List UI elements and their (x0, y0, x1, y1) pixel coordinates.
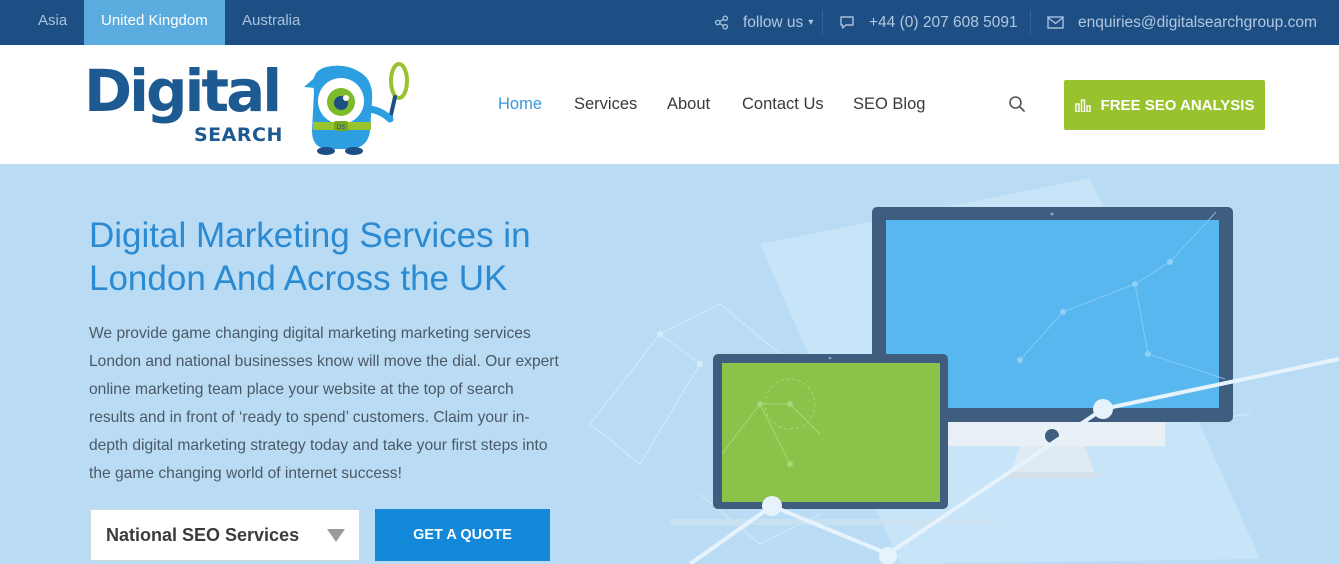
email-link[interactable]: enquiries@digitalsearchgroup.com (1047, 0, 1317, 45)
logo-subtitle: SEARCH (194, 124, 283, 146)
mascot-icon: DS (304, 62, 409, 155)
bar-chart-icon (1074, 99, 1091, 112)
nav-home[interactable]: Home (498, 95, 542, 114)
follow-us-dropdown[interactable]: follow us ▾ (714, 0, 813, 45)
chevron-down-icon: ▾ (808, 16, 814, 28)
hero-section: Digital Marketing Services in London And… (0, 164, 1339, 564)
nav-contact-us[interactable]: Contact Us (742, 95, 824, 114)
top-bar: Asia United Kingdom Australia follow us … (0, 0, 1339, 45)
hero-description: We provide game changing digital marketi… (89, 325, 559, 482)
site-logo[interactable]: Digital SEARCH DS (84, 61, 414, 156)
chat-icon (840, 16, 854, 29)
envelope-icon (1047, 16, 1064, 29)
nav-seo-blog[interactable]: SEO Blog (853, 95, 925, 114)
chevron-down-icon (327, 529, 345, 542)
phone-number: +44 (0) 207 608 5091 (869, 13, 1018, 31)
search-icon (1009, 96, 1025, 112)
free-seo-analysis-button[interactable]: FREE SEO ANALYSIS (1064, 80, 1265, 130)
region-united-kingdom[interactable]: United Kingdom (84, 0, 225, 45)
service-select[interactable]: National SEO Services (90, 509, 360, 561)
nav-about[interactable]: About (667, 95, 710, 114)
cta-label: FREE SEO ANALYSIS (1100, 96, 1255, 114)
svg-text:DS: DS (337, 124, 346, 131)
follow-us-label: follow us (743, 13, 804, 31)
phone-link[interactable]: +44 (0) 207 608 5091 (839, 0, 1018, 45)
get-a-quote-button[interactable]: GET A QUOTE (375, 509, 550, 561)
site-header: Digital SEARCH DS Home Services About Co… (0, 45, 1339, 164)
email-address: enquiries@digitalsearchgroup.com (1078, 13, 1317, 31)
search-button[interactable] (1008, 95, 1028, 115)
share-icon (714, 15, 729, 30)
divider (822, 10, 823, 35)
hero-title: Digital Marketing Services in London And… (89, 216, 531, 298)
region-australia[interactable]: Australia (225, 0, 317, 45)
divider (1030, 10, 1031, 35)
service-select-value: National SEO Services (106, 524, 300, 545)
logo-wordmark: Digital (84, 57, 282, 125)
nav-services[interactable]: Services (574, 95, 637, 114)
region-asia[interactable]: Asia (21, 0, 84, 45)
